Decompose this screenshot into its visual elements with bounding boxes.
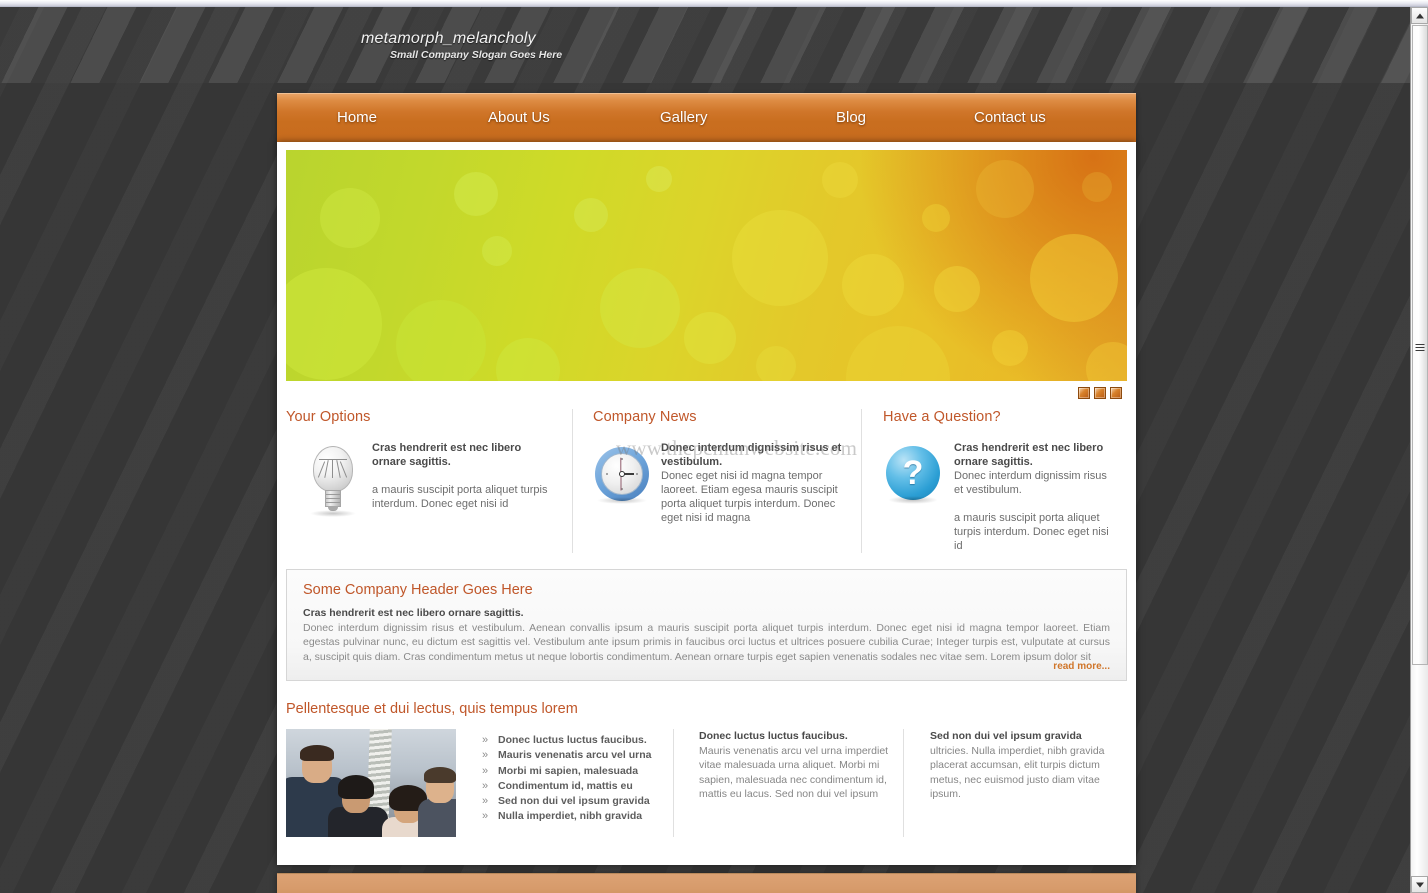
nav-link-blog[interactable]: Blog: [836, 109, 866, 126]
site-header: metamorph_melancholy Small Company Sloga…: [277, 7, 1136, 93]
feature-columns: Your Options Cras hendrerit est nec libe…: [286, 409, 1127, 559]
list-item: Nulla imperdiet, nibh gravida: [482, 809, 651, 825]
slider-pagination: [1078, 387, 1122, 399]
slider-dot-2[interactable]: [1094, 387, 1106, 399]
feature-body-company-news: Donec eget nisi id magna tempor laoreet.…: [661, 470, 838, 524]
nav-item-about-us[interactable]: About Us: [488, 94, 550, 142]
bottom-col2-body: Mauris venenatis arcu vel urna imperdiet…: [699, 744, 889, 801]
feature-text-your-options: Cras hendrerit est nec libero ornare sag…: [372, 441, 558, 511]
nav-item-blog[interactable]: Blog: [836, 94, 866, 142]
feature-text-company-news: Donec interdum dignissim risus et vestib…: [661, 441, 847, 525]
scrollbar-thumb[interactable]: [1412, 25, 1428, 665]
bottom-column-2: Donec luctus luctus faucibus. Mauris ven…: [674, 729, 904, 837]
nav-link-gallery[interactable]: Gallery: [660, 109, 708, 126]
bottom-column-1: Donec luctus luctus faucibus. Mauris ven…: [286, 729, 674, 837]
lightbulb-icon: [286, 441, 372, 520]
bottom-col2-lead: Donec luctus luctus faucibus.: [699, 730, 848, 742]
nav-link-about-us[interactable]: About Us: [488, 109, 550, 126]
feature-heading-company-news: Company News: [593, 409, 697, 425]
list-item: Morbi mi sapien, malesuada: [482, 764, 651, 780]
site-slogan: Small Company Slogan Goes Here: [390, 49, 563, 61]
feature-body2-have-a-question: a mauris suscipit porta aliquet turpis i…: [954, 512, 1109, 552]
feature-lead-have-a-question: Cras hendrerit est nec libero ornare sag…: [954, 442, 1104, 468]
browser-viewport: metamorph_melancholy Small Company Sloga…: [0, 0, 1428, 893]
bottom-heading: Pellentesque et dui lectus, quis tempus …: [286, 701, 578, 717]
feature-heading-your-options: Your Options: [286, 409, 371, 425]
chevron-down-icon: [1415, 882, 1424, 887]
question-mark-icon: ?: [883, 441, 954, 508]
feature-your-options: Your Options Cras hendrerit est nec libe…: [286, 409, 573, 553]
slider-dot-3[interactable]: [1110, 387, 1122, 399]
nav-item-contact-us[interactable]: Contact us: [974, 94, 1046, 142]
bottom-section: Pellentesque et dui lectus, quis tempus …: [286, 701, 1127, 865]
nav-list: Home About Us Gallery Blog Contact us: [277, 94, 1136, 142]
panel-heading: Some Company Header Goes Here: [303, 582, 533, 598]
team-photo: [286, 729, 456, 837]
feature-body-have-a-question: Donec interdum dignissim risus et vestib…: [954, 470, 1107, 496]
clock-icon: [593, 441, 661, 507]
bottom-column-3: Sed non dui vel ipsum gravida ultricies.…: [904, 729, 1127, 837]
bottom-col3-body: ultricies. Nulla imperdiet, nibh gravida…: [930, 744, 1105, 801]
banner-slider: [277, 142, 1136, 399]
nav-item-gallery[interactable]: Gallery: [660, 94, 708, 142]
feature-lead-company-news: Donec interdum dignissim risus et vestib…: [661, 442, 842, 468]
feature-text-have-a-question: Cras hendrerit est nec libero ornare sag…: [954, 441, 1113, 553]
feature-have-a-question: Have a Question? ? Cras hendrerit est ne…: [862, 409, 1127, 553]
scrollbar-grip-icon: [1415, 344, 1425, 353]
feature-heading-have-a-question: Have a Question?: [883, 409, 1001, 425]
panel-lead: Cras hendrerit est nec libero ornare sag…: [303, 607, 524, 619]
nav-link-home[interactable]: Home: [337, 109, 377, 126]
list-item: Sed non dui vel ipsum gravida: [482, 794, 651, 810]
read-more-link[interactable]: read more...: [1053, 661, 1110, 672]
chevron-up-icon: [1415, 13, 1424, 18]
browser-chrome-edge: [0, 0, 1428, 7]
list-item: Condimentum id, mattis eu: [482, 779, 651, 795]
feature-company-news: Company News Donec interdum dignissim ri…: [573, 409, 862, 553]
banner-image[interactable]: [286, 150, 1127, 381]
list-item: Donec luctus luctus faucibus.: [482, 733, 651, 749]
list-item: Mauris venenatis arcu vel urna: [482, 748, 651, 764]
slider-dot-1[interactable]: [1078, 387, 1090, 399]
scroll-down-button[interactable]: [1411, 876, 1428, 893]
bottom-col3-lead: Sed non dui vel ipsum gravida: [930, 730, 1082, 742]
featured-panel: Some Company Header Goes Here Cras hendr…: [286, 569, 1127, 681]
feature-lead-your-options: Cras hendrerit est nec libero ornare sag…: [372, 442, 522, 468]
nav-link-contact-us[interactable]: Contact us: [974, 109, 1046, 126]
bottom-bullet-list: Donec luctus luctus faucibus. Mauris ven…: [456, 729, 651, 837]
panel-body: Donec interdum dignissim risus et vestib…: [303, 622, 1110, 663]
main-navigation: Home About Us Gallery Blog Contact us: [277, 93, 1136, 142]
feature-body2-your-options: a mauris suscipit porta aliquet turpis i…: [372, 484, 548, 510]
site-logo[interactable]: metamorph_melancholy: [361, 30, 536, 48]
content-shell: Your Options Cras hendrerit est nec libe…: [277, 142, 1136, 865]
site-footer: [277, 873, 1136, 893]
vertical-scrollbar[interactable]: [1410, 7, 1428, 893]
scroll-up-button[interactable]: [1411, 7, 1428, 24]
page-background: metamorph_melancholy Small Company Sloga…: [0, 7, 1410, 893]
website-container: metamorph_melancholy Small Company Sloga…: [277, 7, 1136, 893]
nav-item-home[interactable]: Home: [337, 94, 377, 142]
